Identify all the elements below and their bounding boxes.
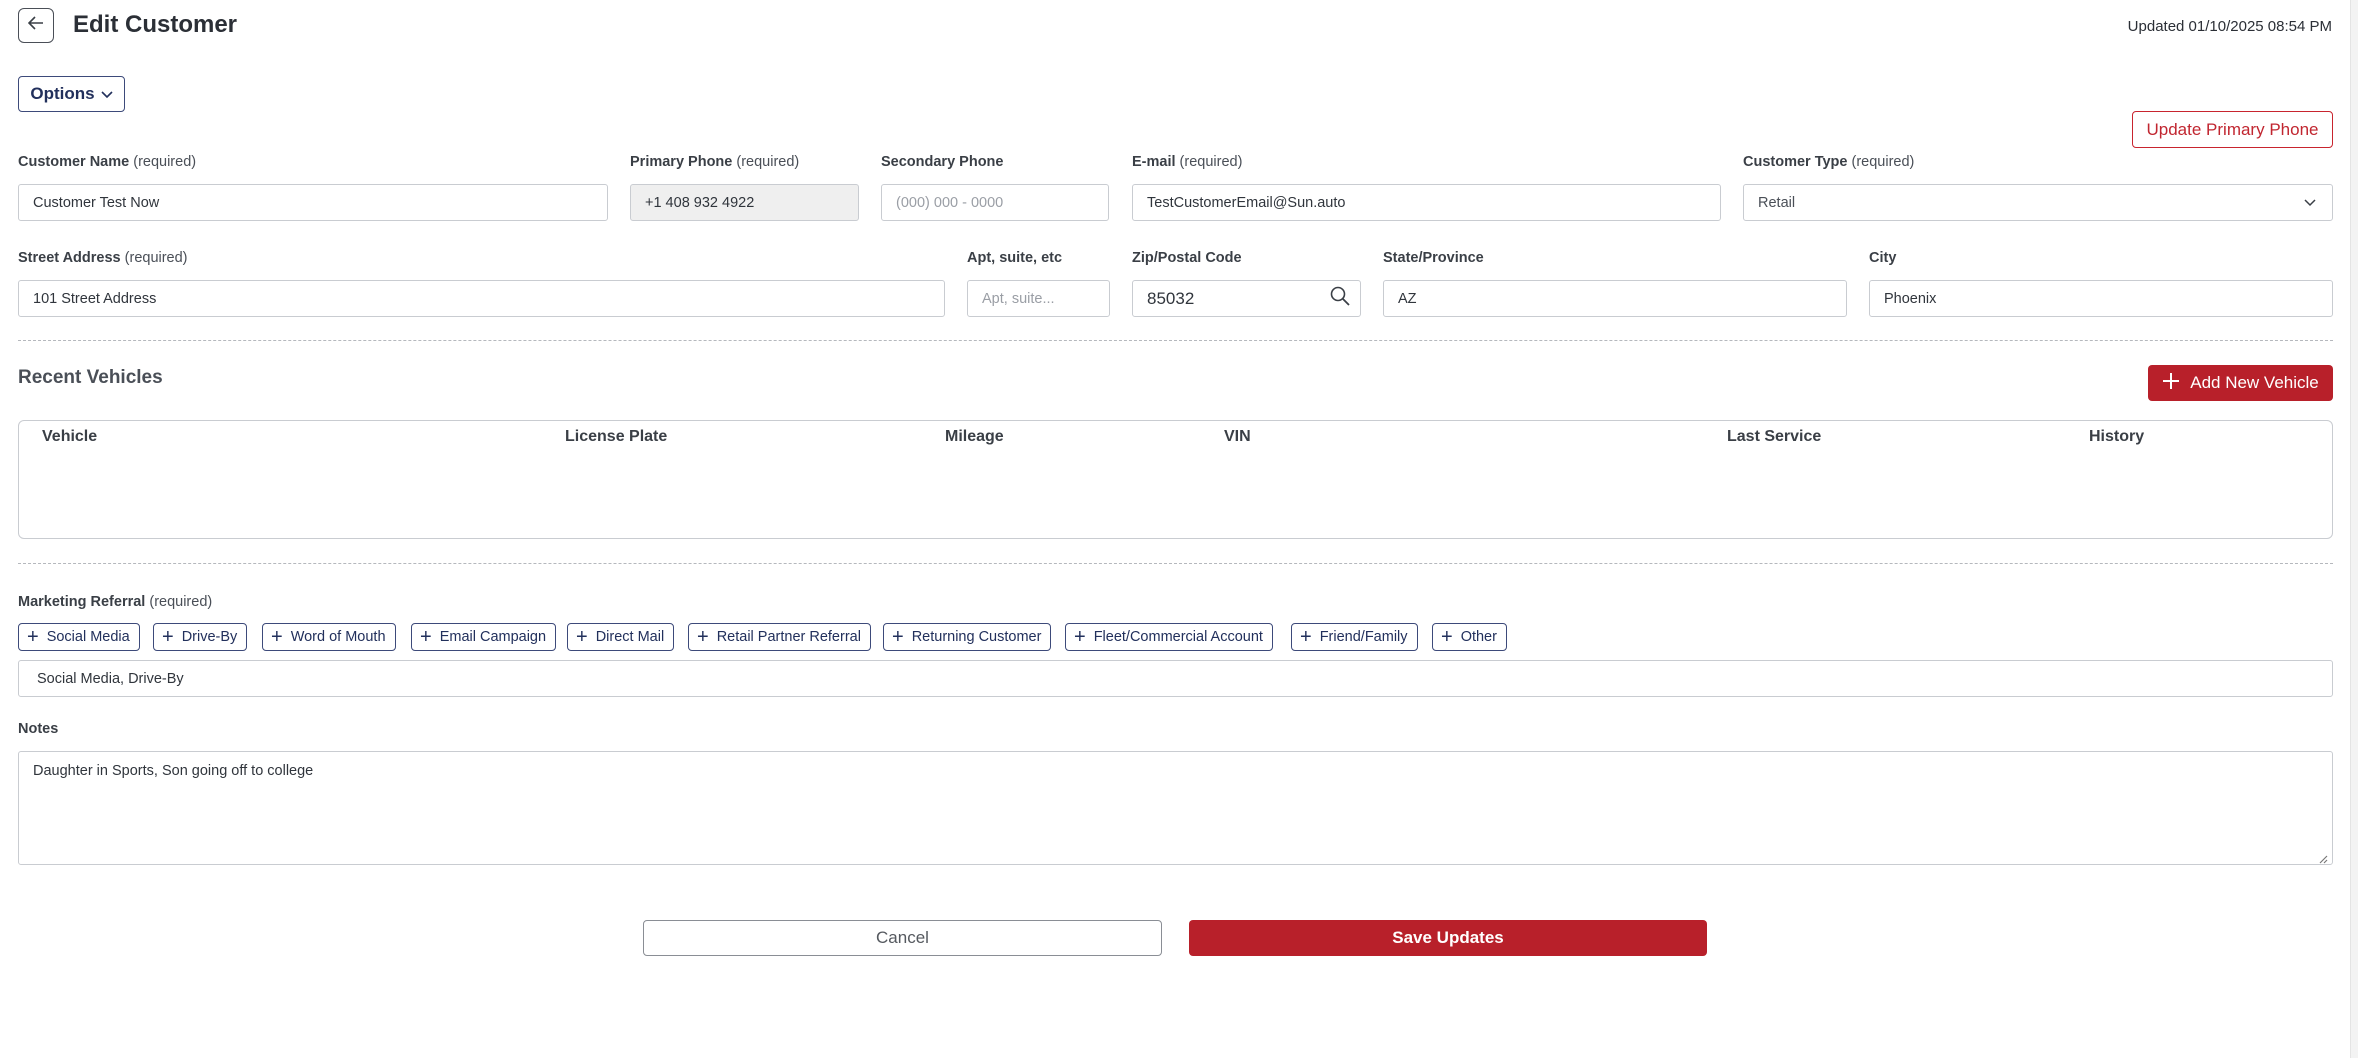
section-divider <box>18 563 2333 564</box>
marketing-label-text: Marketing Referral <box>18 594 146 610</box>
plus-icon: + <box>892 626 904 648</box>
chevron-down-icon <box>2304 195 2316 211</box>
chip-label: Other <box>1460 629 1497 645</box>
chip-label: Drive-By <box>181 629 238 645</box>
column-header-history: History <box>2089 428 2145 445</box>
chip-fleet-commercial-account[interactable]: + Fleet/Commercial Account <box>1065 623 1273 651</box>
add-new-vehicle-button[interactable]: Add New Vehicle <box>2148 365 2333 401</box>
customer-type-label-text: Customer Type <box>1743 154 1848 170</box>
required-marker: (required) <box>124 250 188 266</box>
chip-label: Friend/Family <box>1319 629 1408 645</box>
plus-icon <box>2162 372 2180 395</box>
plus-icon: + <box>1300 626 1312 648</box>
cancel-button[interactable]: Cancel <box>643 920 1162 956</box>
chip-drive-by[interactable]: + Drive-By <box>153 623 248 651</box>
state-input[interactable]: AZ <box>1383 280 1847 317</box>
chip-retail-partner-referral[interactable]: + Retail Partner Referral <box>688 623 871 651</box>
notes-label: Notes <box>18 721 59 737</box>
primary-phone-label: Primary Phone (required) <box>630 154 799 170</box>
chip-label: Word of Mouth <box>290 629 386 645</box>
required-marker: (required) <box>149 594 213 610</box>
required-marker: (required) <box>736 154 800 170</box>
page-scrollbar[interactable] <box>2350 0 2358 1058</box>
add-new-vehicle-label: Add New Vehicle <box>2190 373 2319 392</box>
section-divider <box>18 340 2333 341</box>
plus-icon: + <box>271 626 283 648</box>
chip-direct-mail[interactable]: + Direct Mail <box>567 623 675 651</box>
plus-icon: + <box>1074 626 1086 648</box>
column-header-vin: VIN <box>1224 428 1251 445</box>
required-marker: (required) <box>1179 154 1243 170</box>
page-title: Edit Customer <box>73 11 238 38</box>
chip-label: Email Campaign <box>439 629 547 645</box>
street-label-text: Street Address <box>18 250 121 266</box>
zip-value: 85032 <box>1147 288 1195 308</box>
plus-icon: + <box>162 626 174 648</box>
city-input[interactable]: Phoenix <box>1869 280 2333 317</box>
vehicles-table <box>18 420 2333 539</box>
save-updates-button[interactable]: Save Updates <box>1189 920 1707 956</box>
plus-icon: + <box>576 626 588 648</box>
apt-input[interactable]: Apt, suite... <box>967 280 1110 317</box>
plus-icon: + <box>1441 626 1453 648</box>
customer-type-value: Retail <box>1758 194 1796 211</box>
city-label: City <box>1869 250 1897 266</box>
customer-type-label: Customer Type (required) <box>1743 154 1914 170</box>
zip-label: Zip/Postal Code <box>1132 250 1242 266</box>
street-address-input[interactable]: 101 Street Address <box>18 280 945 317</box>
resize-grip-icon[interactable] <box>2318 852 2328 864</box>
customer-name-input[interactable]: Customer Test Now <box>18 184 608 221</box>
required-marker: (required) <box>133 154 197 170</box>
customer-name-label-text: Customer Name <box>18 154 130 170</box>
chip-friend-family[interactable]: + Friend/Family <box>1291 623 1418 651</box>
chip-label: Fleet/Commercial Account <box>1093 629 1263 645</box>
marketing-referral-label: Marketing Referral (required) <box>18 594 212 610</box>
chip-other[interactable]: + Other <box>1432 623 1507 651</box>
arrow-left-icon <box>27 16 44 35</box>
plus-icon: + <box>27 626 39 648</box>
chevron-down-icon <box>101 84 113 104</box>
chip-returning-customer[interactable]: + Returning Customer <box>883 623 1052 651</box>
chip-label: Retail Partner Referral <box>716 629 861 645</box>
updated-timestamp: Updated 01/10/2025 08:54 PM <box>2127 18 2332 35</box>
notes-textarea[interactable]: Daughter in Sports, Son going off to col… <box>18 751 2333 865</box>
plus-icon: + <box>697 626 709 648</box>
chip-label: Social Media <box>46 629 130 645</box>
chip-email-campaign[interactable]: + Email Campaign <box>411 623 557 651</box>
street-address-label: Street Address (required) <box>18 250 188 266</box>
back-button[interactable] <box>18 8 54 43</box>
column-header-license-plate: License Plate <box>565 428 668 445</box>
zip-input[interactable]: 85032 <box>1132 280 1361 317</box>
customer-name-label: Customer Name (required) <box>18 154 196 170</box>
state-label: State/Province <box>1383 250 1484 266</box>
update-primary-phone-button[interactable]: Update Primary Phone <box>2132 111 2333 148</box>
column-header-last-service: Last Service <box>1727 428 1822 445</box>
chip-label: Direct Mail <box>595 629 665 645</box>
email-label: E-mail (required) <box>1132 154 1242 170</box>
column-header-mileage: Mileage <box>945 428 1004 445</box>
customer-type-select[interactable]: Retail <box>1743 184 2333 221</box>
options-button[interactable]: Options <box>18 76 125 112</box>
options-label: Options <box>30 84 95 103</box>
chip-word-of-mouth[interactable]: + Word of Mouth <box>262 623 396 651</box>
search-icon[interactable] <box>1330 286 1350 311</box>
marketing-referral-selected[interactable]: Social Media, Drive-By <box>18 660 2333 697</box>
email-input[interactable]: TestCustomerEmail@Sun.auto <box>1132 184 1721 221</box>
required-marker: (required) <box>1851 154 1915 170</box>
email-label-text: E-mail <box>1132 154 1176 170</box>
primary-phone-label-text: Primary Phone <box>630 154 733 170</box>
notes-text: Daughter in Sports, Son going off to col… <box>33 763 314 779</box>
secondary-phone-input[interactable]: (000) 000 - 0000 <box>881 184 1109 221</box>
chip-label: Returning Customer <box>911 629 1042 645</box>
primary-phone-input: +1 408 932 4922 <box>630 184 859 221</box>
recent-vehicles-title: Recent Vehicles <box>18 367 163 388</box>
column-header-vehicle: Vehicle <box>42 428 98 445</box>
secondary-phone-label: Secondary Phone <box>881 154 1004 170</box>
plus-icon: + <box>420 626 432 648</box>
chip-social-media[interactable]: + Social Media <box>18 623 140 651</box>
apt-label: Apt, suite, etc <box>967 250 1063 266</box>
